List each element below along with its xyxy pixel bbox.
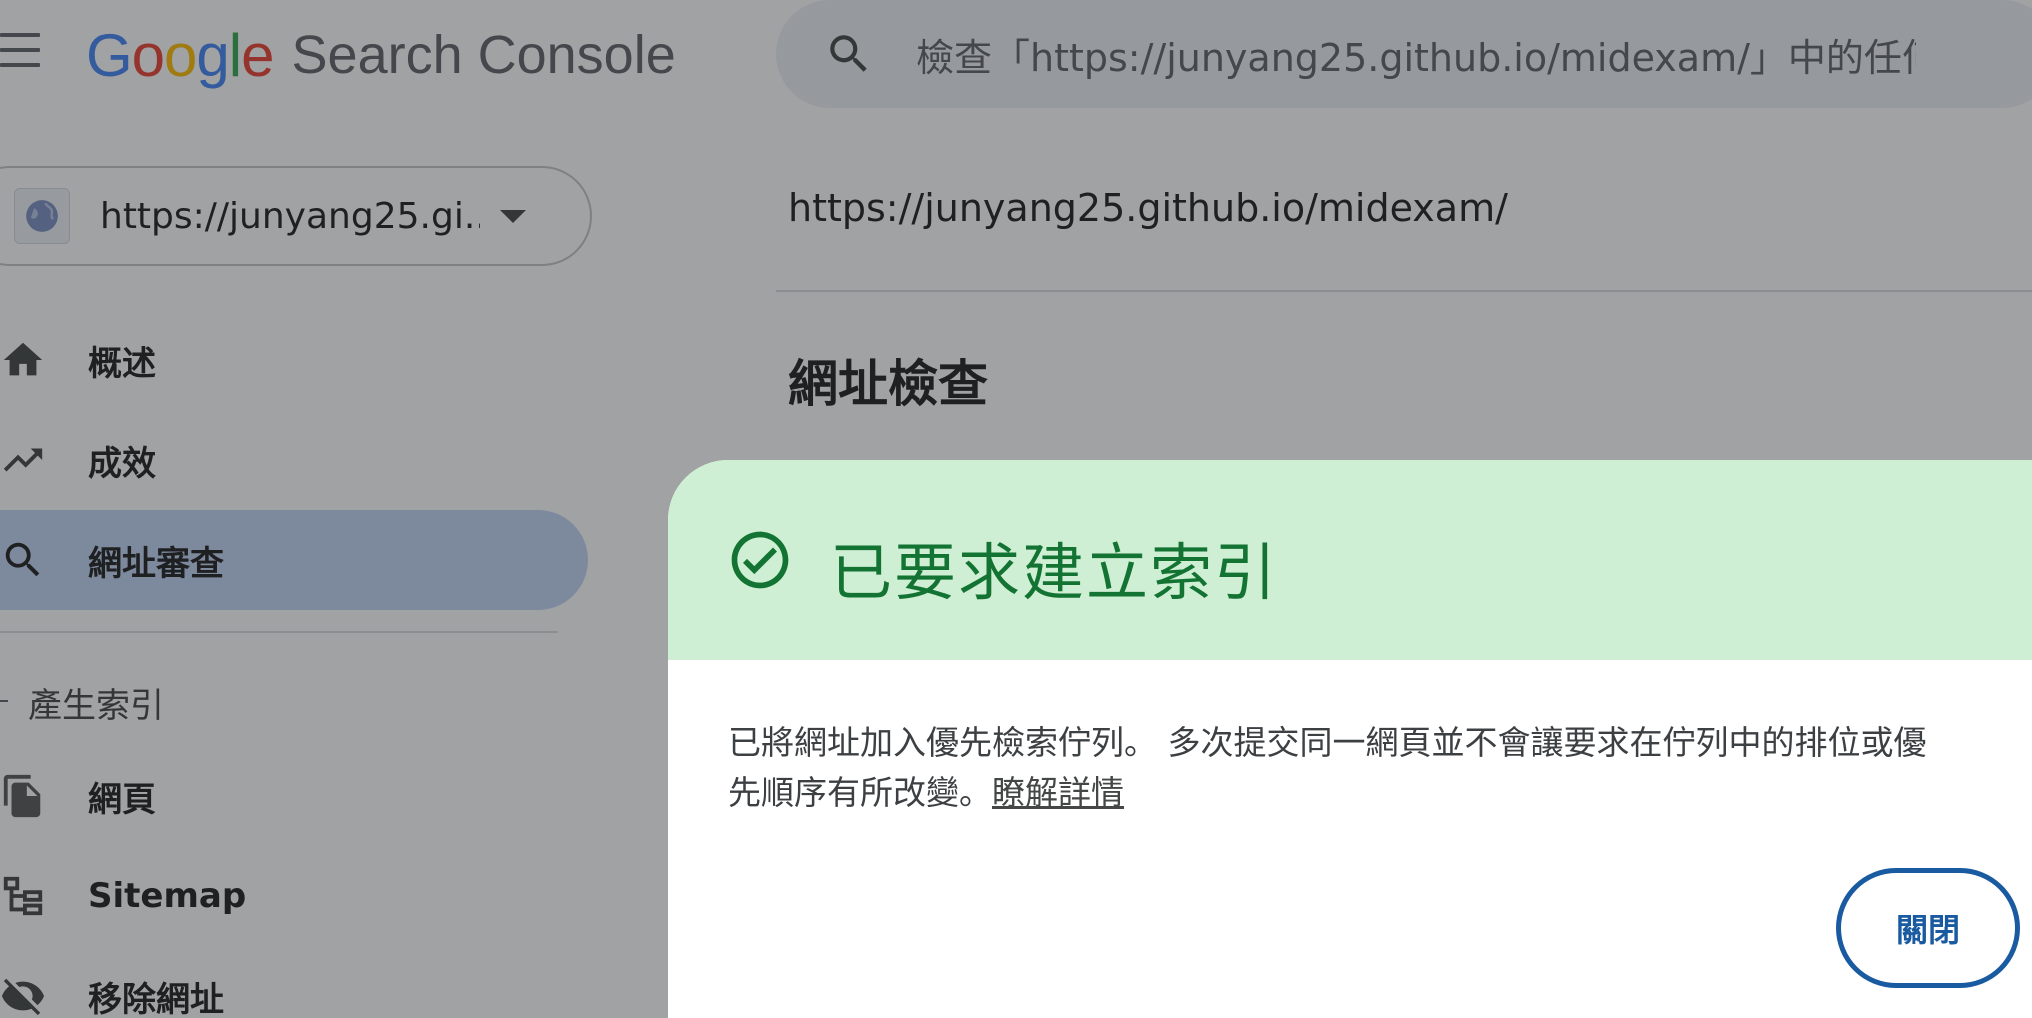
dialog-message: 已將網址加入優先檢索佇列。 多次提交同一網頁並不會讓要求在佇列中的排位或優 先順… (728, 718, 2028, 818)
check-circle-icon (731, 531, 789, 589)
learn-more-link[interactable]: 瞭解詳情 (992, 773, 1124, 812)
message-line-1: 已將網址加入優先檢索佇列。 多次提交同一網頁並不會讓要求在佇列中的排位或優 (728, 723, 1927, 762)
dialog-header: 已要求建立索引 (668, 460, 2032, 660)
message-line-2: 先順序有所改變。 (728, 773, 992, 812)
dialog-title: 已要求建立索引 (830, 536, 1279, 609)
indexing-requested-dialog: 已要求建立索引 已將網址加入優先檢索佇列。 多次提交同一網頁並不會讓要求在佇列中… (668, 460, 2032, 1018)
close-button[interactable]: 關閉 (1836, 868, 2020, 988)
